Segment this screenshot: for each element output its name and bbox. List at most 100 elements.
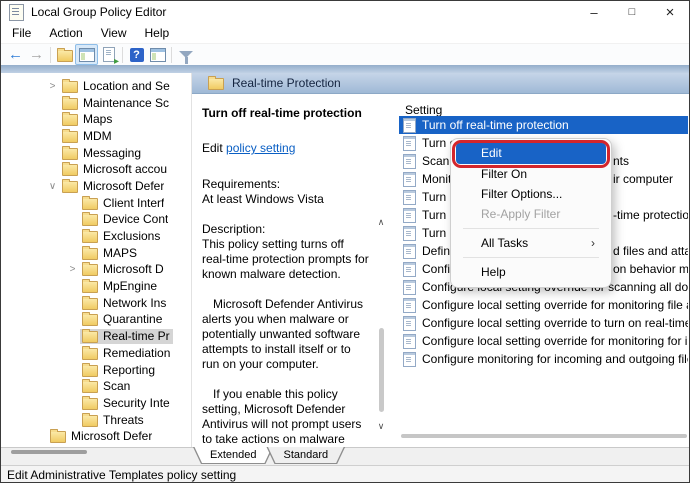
context-menu-item[interactable]: Filter On — [456, 164, 606, 184]
view-tab[interactable]: Extended — [193, 447, 273, 464]
folder-icon — [82, 415, 98, 427]
tree-item[interactable]: > Location and Se — [1, 78, 191, 95]
document-icon — [403, 136, 416, 151]
tree-horizontal-scrollbar[interactable] — [11, 450, 87, 454]
folder-icon — [82, 281, 98, 293]
tree-item[interactable]: Device Cont — [1, 212, 191, 229]
tree-item-label: Client Interf — [103, 196, 164, 210]
minimize-button[interactable]: – — [575, 1, 613, 23]
setting-row[interactable]: Configure local setting override for mon… — [399, 332, 688, 350]
up-one-level-icon[interactable] — [54, 45, 75, 64]
tree-item[interactable]: MAPS — [1, 245, 191, 262]
tree-item[interactable]: Exclusions — [1, 228, 191, 245]
filter-icon[interactable] — [175, 45, 196, 64]
policy-setting-link[interactable]: policy setting — [226, 141, 295, 155]
folder-icon — [208, 78, 224, 90]
console-tree: > Location and Se Maintenance Sc Maps — [1, 73, 191, 447]
description-block: Description: This policy setting turns o… — [202, 222, 369, 447]
tree-item[interactable]: Quarantine — [1, 312, 191, 329]
document-icon — [403, 262, 416, 277]
folder-icon — [62, 81, 78, 93]
context-menu-item[interactable]: Help — [456, 262, 606, 282]
setting-row-label: Configure monitoring for incoming and ou… — [422, 352, 688, 366]
menu-bar-item[interactable]: Help — [136, 24, 179, 42]
new-window-icon[interactable] — [147, 45, 168, 64]
tree-item[interactable]: MDM — [1, 128, 191, 145]
description-paragraph: If you enable this policy setting, Micro… — [202, 387, 369, 447]
tree-item[interactable]: Microsoft Defer — [1, 428, 191, 445]
chevron-icon[interactable]: > — [45, 81, 60, 92]
context-menu-item[interactable]: Edit — [456, 143, 606, 164]
menu-separator — [463, 228, 599, 229]
tree-item[interactable]: Network Ins — [1, 295, 191, 312]
document-icon — [403, 280, 416, 295]
document-icon — [403, 244, 416, 259]
chevron-icon[interactable]: ∨ — [45, 181, 60, 192]
chevron-icon[interactable]: > — [65, 264, 80, 275]
export-list-icon[interactable] — [98, 45, 119, 64]
status-bar: Edit Administrative Templates policy set… — [1, 465, 689, 482]
forward-icon[interactable] — [26, 45, 47, 64]
folder-icon — [82, 314, 98, 326]
tree-item-label: Network Ins — [103, 296, 166, 310]
setting-row[interactable]: Configure local setting override for mon… — [399, 296, 688, 314]
scroll-up-icon[interactable]: ∧ — [374, 216, 388, 228]
tree-item-label: MAPS — [103, 246, 137, 260]
context-menu-item[interactable]: All Tasks › — [456, 233, 606, 253]
show-console-tree-icon[interactable] — [75, 44, 98, 65]
tree-item[interactable]: Maps — [1, 111, 191, 128]
setting-column-header[interactable]: Setting — [399, 94, 688, 116]
menu-bar-item[interactable]: File — [3, 24, 40, 42]
tree-item[interactable]: Security Inte — [1, 395, 191, 412]
document-icon — [403, 226, 416, 241]
back-icon[interactable] — [5, 45, 26, 64]
folder-icon — [82, 398, 98, 410]
setting-row[interactable]: Configure monitoring for incoming and ou… — [399, 350, 688, 368]
list-horizontal-scrollbar[interactable] — [401, 434, 687, 438]
tree-item[interactable]: Client Interf — [1, 195, 191, 212]
folder-icon — [82, 248, 98, 260]
document-icon — [403, 208, 416, 223]
window-controls: – □ × — [575, 1, 689, 23]
menu-bar-item[interactable]: View — [92, 24, 136, 42]
tree-item-label: Exclusions — [103, 229, 160, 243]
toolbar-separator — [50, 47, 51, 63]
local-group-policy-editor-window: Local Group Policy Editor – □ × FileActi… — [0, 0, 690, 483]
tree-item[interactable]: Threats — [1, 412, 191, 429]
results-pane-header: Real-time Protection — [192, 73, 689, 94]
tree-item[interactable]: MpEngine — [1, 278, 191, 295]
setting-row[interactable]: Configure local setting override to turn… — [399, 314, 688, 332]
menu-bar: FileActionViewHelp — [1, 23, 689, 43]
requirements-block: Requirements: At least Windows Vista — [202, 177, 369, 207]
tree-item-label: Messaging — [83, 146, 141, 160]
view-tab[interactable]: Standard — [266, 447, 345, 464]
menu-bar-item[interactable]: Action — [40, 24, 91, 42]
context-menu-item[interactable]: Filter Options... — [456, 184, 606, 204]
tree-item[interactable]: Microsoft accou — [1, 161, 191, 178]
tree-item[interactable]: Remediation — [1, 345, 191, 362]
close-button[interactable]: × — [651, 1, 689, 23]
tree-item[interactable]: > Microsoft D — [1, 262, 191, 279]
scrollbar-thumb[interactable] — [379, 328, 384, 412]
tree-item[interactable]: Real-time Pr — [1, 328, 191, 345]
tree-item[interactable]: Reporting — [1, 362, 191, 379]
tree-item-label: Microsoft D — [103, 262, 164, 276]
setting-row[interactable]: Turn off real-time protection — [399, 116, 688, 134]
folder-icon — [62, 181, 78, 193]
tree-item[interactable]: Messaging — [1, 145, 191, 162]
maximize-button[interactable]: □ — [613, 1, 651, 23]
help-icon[interactable] — [126, 45, 147, 64]
tree-item[interactable]: Maintenance Sc — [1, 95, 191, 112]
detail-scrollbar: ∧ ∨ — [374, 216, 388, 432]
tree-item-label: Microsoft Defer — [83, 179, 164, 193]
folder-icon — [82, 214, 98, 226]
tree-item[interactable]: ∨ Microsoft Defer — [1, 178, 191, 195]
setting-row-label-continued: -time protection — [613, 206, 688, 224]
scroll-down-icon[interactable]: ∨ — [374, 420, 388, 432]
document-icon — [403, 154, 416, 169]
description-paragraph: This policy setting turns off real-time … — [202, 237, 369, 282]
folder-icon — [82, 198, 98, 210]
tree-item-label: Microsoft accou — [83, 162, 167, 176]
tree-item[interactable]: Scan — [1, 378, 191, 395]
tree-item-label: Remediation — [103, 346, 170, 360]
